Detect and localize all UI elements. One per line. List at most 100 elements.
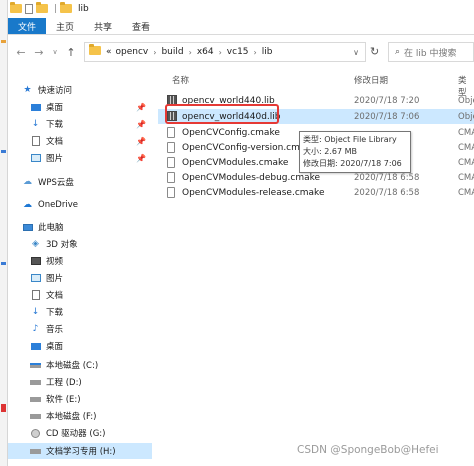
nav-quick-access[interactable]: ★ 快速访问 [8, 82, 152, 98]
desktop-icon [30, 341, 41, 351]
folder-icon [60, 1, 73, 15]
nav-pc-desktop[interactable]: 桌面 [8, 338, 152, 354]
nav-label: 图片 [46, 154, 64, 164]
search-placeholder: 在 lib 中搜索 [404, 48, 457, 59]
column-header-date[interactable]: 修改日期 [354, 74, 388, 86]
pin-icon[interactable]: 📌 [136, 154, 146, 163]
nav-label: CD 驱动器 (G:) [46, 429, 106, 439]
title-separator: | [54, 4, 58, 14]
file-type: CMAK [458, 157, 474, 168]
nav-drive-f[interactable]: 本地磁盘 (F:) [8, 408, 152, 424]
file-name: OpenCVModules-release.cmake [182, 187, 325, 198]
breadcrumb-opencv[interactable]: opencv [116, 47, 149, 57]
navigation-pane: ★ 快速访问 桌面 📌 ↓ 下载 📌 文档 📌 图片 📌 ☁ WPS云盘 ☁ O… [8, 66, 152, 466]
cmake-file-icon [167, 172, 177, 183]
nav-drive-e[interactable]: 软件 (E:) [8, 391, 152, 407]
new-folder-icon[interactable] [36, 1, 48, 15]
breadcrumb-x64[interactable]: x64 [197, 47, 214, 57]
address-history-chevron-icon[interactable]: ∨ [353, 48, 359, 57]
nav-drive-g[interactable]: CD 驱动器 (G:) [8, 425, 152, 441]
nav-label: 此电脑 [38, 223, 64, 233]
file-name: OpenCVConfig-version.cma [182, 142, 306, 153]
file-type: CMAK [458, 187, 474, 198]
nav-videos[interactable]: 视频 [8, 253, 152, 269]
chevron-right-icon[interactable]: › [189, 48, 192, 57]
breadcrumb-build[interactable]: build [161, 47, 183, 57]
cmake-file-icon [167, 157, 177, 168]
folder-icon [10, 1, 22, 15]
cloud-icon: ☁ [23, 200, 32, 210]
nav-label: 3D 对象 [46, 240, 78, 250]
background-window-edge [0, 0, 8, 466]
nav-downloads[interactable]: ↓ 下载 📌 [8, 116, 152, 132]
nav-pc-documents[interactable]: 文档 [8, 287, 152, 303]
file-name: OpenCVModules.cmake [182, 157, 289, 168]
chevron-right-icon[interactable]: › [254, 48, 257, 57]
up-arrow-icon[interactable]: ↑ [64, 46, 78, 59]
back-arrow-icon[interactable]: ← [14, 46, 28, 59]
document-icon [30, 136, 41, 146]
file-row[interactable]: OpenCVModules-release.cmake 2020/7/18 6:… [158, 185, 474, 200]
nav-this-pc[interactable]: 此电脑 [8, 219, 152, 235]
nav-drive-d[interactable]: 工程 (D:) [8, 374, 152, 390]
nav-label: 工程 (D:) [46, 378, 82, 388]
nav-pc-pictures[interactable]: 图片 [8, 270, 152, 286]
properties-icon[interactable] [25, 4, 33, 14]
file-type: CMAK [458, 172, 474, 183]
chevron-right-icon[interactable]: › [219, 48, 222, 57]
tooltip-type: 类型: Object File Library [303, 135, 397, 144]
pin-icon[interactable]: 📌 [136, 103, 146, 112]
nav-pc-downloads[interactable]: ↓ 下载 [8, 304, 152, 320]
explorer-window: | lib 文件 主页 共享 查看 ← → ∨ ↑ « opencv › bui… [8, 0, 474, 466]
address-bar[interactable]: « opencv › build › x64 › vc15 › lib ∨ [84, 42, 366, 62]
cloud-icon: ☁ [23, 177, 32, 187]
chevron-right-icon[interactable]: › [153, 48, 156, 57]
pin-icon[interactable]: 📌 [136, 120, 146, 129]
breadcrumb-vc15[interactable]: vc15 [227, 47, 249, 57]
background-mark [1, 262, 6, 265]
navigation-bar: ← → ∨ ↑ « opencv › build › x64 › vc15 › … [8, 41, 474, 63]
cd-drive-icon [30, 428, 41, 438]
nav-onedrive[interactable]: ☁ OneDrive [8, 197, 152, 213]
file-name: OpenCVConfig.cmake [182, 127, 280, 138]
search-input[interactable]: ⌕ 在 lib 中搜索 [388, 42, 474, 62]
tab-home[interactable]: 主页 [46, 18, 84, 34]
nav-wps-cloud[interactable]: ☁ WPS云盘 [8, 174, 152, 190]
3d-objects-icon: ◈ [32, 239, 39, 249]
file-type: Objec [458, 95, 474, 106]
nav-documents[interactable]: 文档 📌 [8, 133, 152, 149]
breadcrumb-overflow[interactable]: « [106, 47, 112, 57]
breadcrumb-lib[interactable]: lib [262, 47, 273, 57]
nav-label: 快速访问 [38, 86, 73, 96]
music-icon: ♪ [32, 324, 39, 334]
desktop-icon [30, 102, 41, 112]
refresh-icon[interactable]: ↻ [370, 45, 379, 58]
nav-label: 文档 [46, 137, 64, 147]
tab-share[interactable]: 共享 [84, 18, 122, 34]
cmake-file-icon [167, 187, 177, 198]
file-tooltip: 类型: Object File Library 大小: 2.67 MB 修改日期… [299, 131, 411, 173]
computer-icon [22, 222, 33, 232]
nav-drive-c[interactable]: 本地磁盘 (C:) [8, 357, 152, 373]
tab-file[interactable]: 文件 [8, 18, 47, 34]
nav-label: 图片 [46, 274, 64, 284]
tab-view[interactable]: 查看 [122, 18, 160, 34]
nav-pictures[interactable]: 图片 📌 [8, 150, 152, 166]
search-icon: ⌕ [395, 47, 401, 57]
nav-label: 桌面 [46, 103, 64, 113]
pin-icon[interactable]: 📌 [136, 137, 146, 146]
nav-desktop[interactable]: 桌面 📌 [8, 99, 152, 115]
column-header-name[interactable]: 名称 [172, 74, 189, 86]
nav-label: 文档学习专用 (H:) [46, 447, 116, 457]
nav-3d-objects[interactable]: ◈ 3D 对象 [8, 236, 152, 252]
file-type: Objec [458, 111, 474, 122]
nav-drive-h[interactable]: 文档学习专用 (H:) [8, 443, 152, 459]
forward-arrow-icon[interactable]: → [32, 46, 46, 59]
recent-chevron-icon[interactable]: ∨ [48, 48, 62, 56]
nav-label: 音乐 [46, 325, 64, 335]
nav-label: 桌面 [46, 342, 64, 352]
nav-music[interactable]: ♪ 音乐 [8, 321, 152, 337]
nav-label: 本地磁盘 (C:) [46, 361, 99, 371]
file-date: 2020/7/18 6:58 [354, 187, 420, 198]
picture-icon [30, 273, 41, 283]
